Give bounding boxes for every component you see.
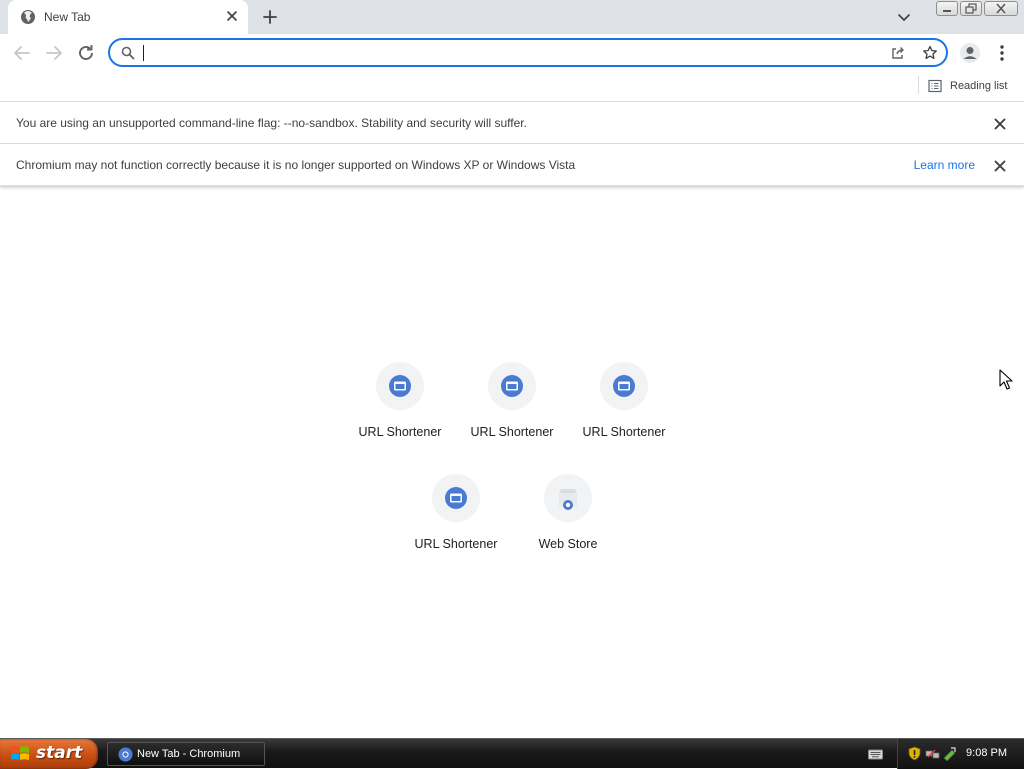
new-tab-plus-icon[interactable] [260, 7, 280, 27]
infobar-message: You are using an unsupported command-lin… [16, 116, 527, 130]
omnibox[interactable] [108, 38, 948, 67]
start-label: start [36, 743, 83, 763]
window-icon [376, 362, 424, 410]
infobar-message: Chromium may not function correctly beca… [16, 158, 576, 172]
close-icon[interactable] [224, 8, 240, 24]
text-caret [143, 45, 144, 61]
shortcut-tile[interactable]: URL Shortener [344, 362, 456, 474]
reload-icon[interactable] [74, 41, 98, 65]
shortcut-tile[interactable]: URL Shortener [568, 362, 680, 474]
mouse-cursor-icon [999, 369, 1013, 390]
back-arrow-icon[interactable] [10, 41, 34, 65]
toolbar [0, 34, 1024, 72]
share-icon[interactable] [890, 45, 906, 61]
restore-icon [965, 3, 977, 14]
taskbar: start New Tab - Chromium 9:08 PM [0, 738, 1024, 769]
kebab-menu-icon[interactable] [992, 41, 1012, 65]
address-input[interactable] [142, 43, 872, 63]
profile-avatar-icon[interactable] [958, 41, 982, 65]
learn-more-link[interactable]: Learn more [914, 158, 975, 172]
shortcut-label: URL Shortener [582, 425, 666, 439]
reading-list-button[interactable]: Reading list [928, 76, 1007, 96]
bookmark-bar: Reading list [0, 72, 1024, 102]
shortcut-tile[interactable]: URL Shortener [456, 362, 568, 474]
shortcut-tile[interactable]: Web Store [512, 474, 624, 586]
security-shield-icon[interactable] [907, 746, 922, 761]
globe-icon [21, 10, 35, 24]
system-tray: 9:08 PM [897, 739, 1024, 769]
minimize-button[interactable] [936, 1, 958, 16]
chromium-icon [118, 747, 133, 762]
taskbar-item-chromium[interactable]: New Tab - Chromium [107, 742, 265, 766]
reading-list-icon [928, 79, 942, 93]
safely-remove-icon[interactable] [942, 746, 957, 761]
infobar-no-sandbox: You are using an unsupported command-lin… [0, 102, 1024, 144]
close-icon [996, 3, 1006, 14]
window-icon [432, 474, 480, 522]
tab-new-tab[interactable]: New Tab [8, 0, 248, 34]
window-icon [488, 362, 536, 410]
start-button[interactable]: start [0, 739, 98, 769]
bookmark-star-icon[interactable] [922, 45, 938, 61]
windows-logo-icon [11, 746, 29, 760]
close-icon[interactable] [993, 159, 1007, 173]
taskbar-item-label: New Tab - Chromium [137, 748, 241, 760]
window-controls [936, 1, 1018, 17]
search-icon [121, 46, 135, 60]
reading-list-label: Reading list [950, 80, 1008, 92]
browser-window: New Tab Reading list You are using an un… [0, 0, 1024, 738]
network-icon[interactable] [925, 746, 940, 761]
window-icon [600, 362, 648, 410]
shortcut-label: URL Shortener [414, 537, 498, 551]
minimize-icon [943, 10, 951, 12]
infobar-unsupported-os: Chromium may not function correctly beca… [0, 144, 1024, 186]
restore-button[interactable] [960, 1, 982, 16]
keyboard-icon[interactable] [868, 747, 883, 761]
close-icon[interactable] [993, 117, 1007, 131]
close-window-button[interactable] [984, 1, 1018, 16]
tab-strip: New Tab [0, 0, 1024, 34]
web-store-icon [544, 474, 592, 522]
forward-arrow-icon[interactable] [42, 41, 66, 65]
clock[interactable]: 9:08 PM [966, 747, 1007, 759]
shortcut-label: URL Shortener [358, 425, 442, 439]
tab-title: New Tab [44, 10, 91, 24]
shortcut-label: Web Store [538, 537, 598, 551]
shortcut-label: URL Shortener [470, 425, 554, 439]
shortcut-tile[interactable]: URL Shortener [400, 474, 512, 586]
divider [918, 76, 919, 94]
chevron-down-icon[interactable] [896, 9, 912, 25]
